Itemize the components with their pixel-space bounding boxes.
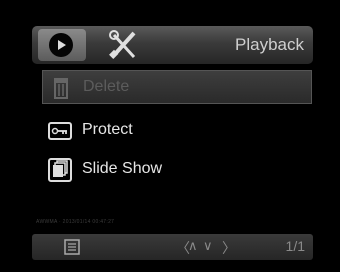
tab-setup[interactable] [106,29,142,61]
nav-right-icon[interactable]: 〉 [222,238,236,258]
menu-item-label: Protect [82,121,133,138]
trash-icon [54,78,68,99]
menu-item-slide-show[interactable]: Slide Show [42,153,312,187]
menu-item-label: Delete [83,78,130,95]
key-icon [48,122,72,140]
display-icon[interactable] [64,239,80,255]
menu-item-protect[interactable]: Protect [42,114,312,148]
play-triangle [58,40,66,50]
nav-down-icon[interactable]: ∨ [203,238,213,254]
status-info: AWWMA · 2013/01/14 00:47:27 [36,219,115,225]
page-indicator: 1/1 [285,238,305,254]
camera-screen: { "header": { "title": "Playback", "tabs… [0,0,340,272]
nav-up-icon[interactable]: ∧ [188,238,198,254]
menu-item-delete[interactable]: Delete [42,70,312,104]
tab-playback[interactable] [38,29,86,61]
menu-item-label: Slide Show [82,160,163,177]
slideshow-icon [48,158,72,182]
wrench-screwdriver-icon [109,30,136,59]
page-title: Playback [235,35,304,54]
